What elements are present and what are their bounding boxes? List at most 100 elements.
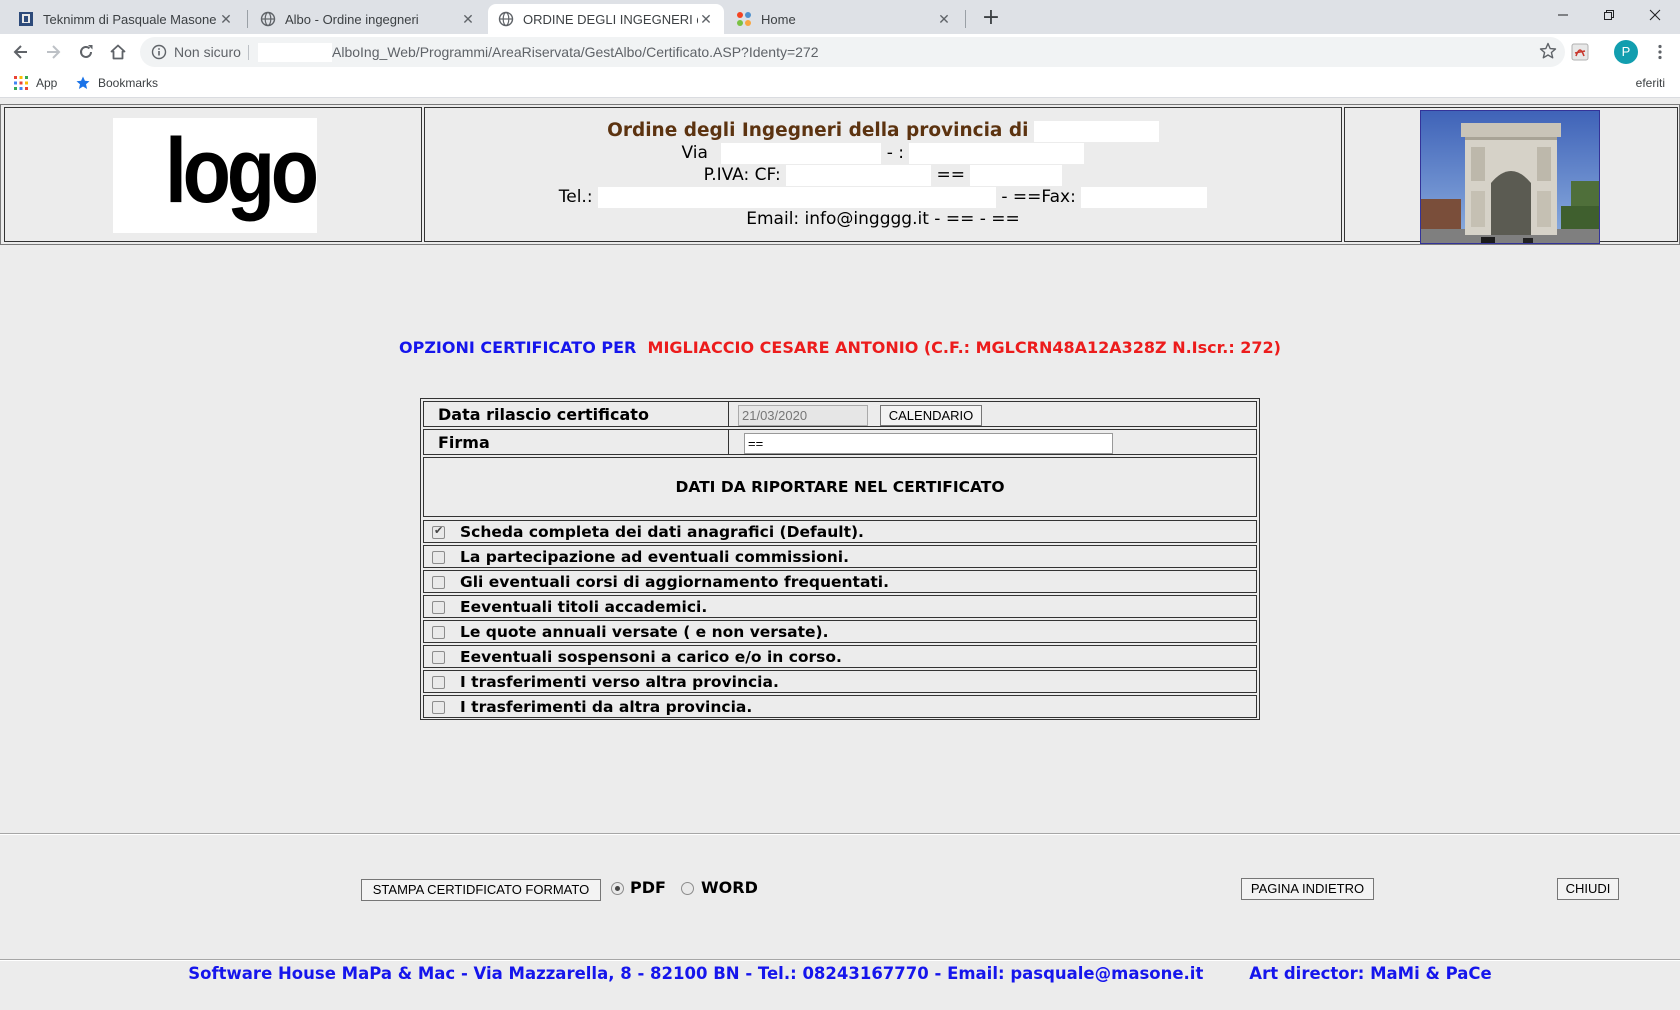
bookmark-label: Bookmarks: [98, 76, 159, 90]
piva-sep: ==: [936, 165, 966, 185]
date-input[interactable]: 21/03/2020: [738, 405, 868, 426]
redacted-block: [786, 164, 932, 186]
redacted-block: [1033, 120, 1159, 142]
redacted-block: [1081, 186, 1208, 208]
pdf-extension-icon[interactable]: [1570, 42, 1590, 62]
firma-input[interactable]: ==: [744, 433, 1113, 454]
radio-word[interactable]: [681, 882, 694, 895]
org-cell: Ordine degli Ingegneri della provincia d…: [424, 107, 1342, 242]
url-text[interactable]: AlboIng_Web/Programmi/AreaRiservata/Gest…: [332, 44, 819, 60]
option-label: Gli eventuali corsi di aggiornamento fre…: [460, 573, 890, 591]
tab-separator: [965, 10, 966, 28]
via-label: Via: [681, 143, 708, 163]
via-sep: - :: [886, 143, 905, 163]
close-button[interactable]: CHIUDI: [1557, 878, 1619, 900]
restore-icon[interactable]: [1586, 0, 1632, 30]
close-icon[interactable]: ✕: [936, 11, 952, 28]
piva-label: P.IVA: CF:: [703, 165, 781, 185]
tab-teknimm[interactable]: Teknimm di Pasquale Masone ✕: [8, 4, 244, 34]
security-label[interactable]: Non sicuro: [174, 44, 241, 60]
tab-separator: [247, 10, 248, 28]
close-icon[interactable]: ✕: [218, 11, 234, 28]
option-row[interactable]: I trasferimenti verso altra provincia.: [423, 670, 1257, 693]
option-label: La partecipazione ad eventuali commissio…: [460, 548, 849, 566]
section-title: DATI DA RIPORTARE NEL CERTIFICATO: [423, 457, 1257, 517]
checkbox[interactable]: [432, 576, 445, 589]
reload-icon[interactable]: [72, 38, 100, 66]
checkbox-checked[interactable]: [432, 524, 445, 539]
address-bar[interactable]: Non sicuro AlboIng_Web/Programmi/AreaRis…: [140, 37, 1565, 67]
option-label: I trasferimenti verso altra provincia.: [460, 673, 779, 691]
radio-pdf[interactable]: [611, 882, 624, 895]
profile-avatar[interactable]: P: [1614, 40, 1638, 64]
option-row[interactable]: I trasferimenti da altra provincia.: [423, 695, 1257, 718]
bookmarks-bar: App Bookmarks eferiti: [0, 70, 1680, 98]
tab-strip: Teknimm di Pasquale Masone ✕ Albo - Ordi…: [0, 0, 1680, 34]
forward-arrow-icon[interactable]: [39, 38, 67, 66]
firma-value-cell: ==: [730, 430, 1256, 454]
option-label: Le quote annuali versate ( e non versate…: [460, 623, 829, 641]
window-close-icon[interactable]: [1632, 0, 1678, 30]
tab-title: Home: [761, 11, 796, 27]
checkbox[interactable]: [432, 551, 445, 564]
redacted-block: [721, 142, 882, 164]
more-menu-icon[interactable]: [1648, 40, 1672, 64]
tab-title: Albo - Ordine ingegneri: [285, 11, 419, 27]
redacted-host: [258, 43, 332, 62]
checkbox[interactable]: [432, 701, 445, 714]
logo-image: logo: [113, 118, 319, 233]
back-page-button[interactable]: PAGINA INDIETRO: [1241, 878, 1374, 900]
page-content: logo Ordine degli Ingegneri della provin…: [0, 98, 1680, 1010]
tel-label: Tel.:: [558, 187, 593, 207]
checkbox[interactable]: [432, 626, 445, 639]
tab-albo[interactable]: Albo - Ordine ingegneri ✕: [250, 4, 486, 34]
print-certificate-button[interactable]: STAMPA CERTIDFICATO FORMATO: [361, 879, 601, 901]
info-icon[interactable]: [151, 44, 167, 64]
footer-credits: Software House MaPa & Mac - Via Mazzarel…: [188, 964, 1492, 983]
checkbox[interactable]: [432, 651, 445, 664]
logo-text: logo: [165, 120, 319, 222]
browser-toolbar: Non sicuro AlboIng_Web/Programmi/AreaRis…: [0, 34, 1680, 70]
options-person: MIGLIACCIO CESARE ANTONIO (C.F.: MGLCRN4…: [647, 338, 1281, 357]
option-row[interactable]: Eeventuali sospensoni a carico e/o in co…: [423, 645, 1257, 668]
certificate-form: Data rilascio certificato 21/03/2020 CAL…: [420, 398, 1260, 720]
checkbox[interactable]: [432, 676, 445, 689]
redacted-block: [597, 186, 996, 208]
checkbox[interactable]: [432, 601, 445, 614]
minimize-icon[interactable]: [1540, 0, 1586, 30]
close-icon[interactable]: ✕: [460, 11, 476, 28]
close-icon[interactable]: ✕: [698, 11, 714, 28]
new-tab-button[interactable]: +: [978, 6, 1004, 32]
tab-home[interactable]: Home ✕: [726, 4, 962, 34]
logo-cell: logo: [4, 107, 422, 242]
photo-cell: [1344, 107, 1678, 244]
option-row[interactable]: Scheda completa dei dati anagrafici (Def…: [423, 520, 1257, 543]
fax-label: - ==Fax:: [1001, 187, 1076, 207]
option-row[interactable]: Le quote annuali versate ( e non versate…: [423, 620, 1257, 643]
divider: [248, 45, 249, 60]
tab-title: ORDINE DEGLI INGEGNERI di: [523, 11, 698, 27]
arch-photo: [1420, 110, 1600, 244]
site-favicon: [18, 11, 34, 27]
calendar-button[interactable]: CALENDARIO: [880, 405, 982, 426]
org-info: Ordine degli Ingegneri della provincia d…: [425, 120, 1341, 230]
home-icon[interactable]: [104, 38, 132, 66]
other-bookmarks[interactable]: eferiti: [1636, 76, 1665, 90]
org-title: Ordine degli Ingegneri della provincia d…: [607, 120, 1029, 141]
bookmark-apps[interactable]: App: [14, 76, 57, 90]
date-value-cell: 21/03/2020 CALENDARIO: [730, 402, 1256, 426]
firma-row: Firma ==: [423, 429, 1257, 455]
email-line: Email: info@ingggg.it - == - ==: [746, 209, 1020, 229]
option-row[interactable]: Gli eventuali corsi di aggiornamento fre…: [423, 570, 1257, 593]
option-row[interactable]: Eeventuali titoli accademici.: [423, 595, 1257, 618]
bookmark-star-icon[interactable]: [1539, 42, 1557, 64]
globe-icon: [260, 11, 276, 27]
word-label: WORD: [701, 878, 758, 897]
header-table: logo Ordine degli Ingegneri della provin…: [0, 104, 1680, 245]
back-arrow-icon[interactable]: [7, 38, 35, 66]
tab-title: Teknimm di Pasquale Masone: [43, 11, 217, 27]
tab-ordine-active[interactable]: ORDINE DEGLI INGEGNERI di ✕: [488, 4, 724, 34]
option-row[interactable]: La partecipazione ad eventuali commissio…: [423, 545, 1257, 568]
bookmark-bookmarks[interactable]: Bookmarks: [76, 76, 158, 90]
date-row: Data rilascio certificato 21/03/2020 CAL…: [423, 401, 1257, 427]
